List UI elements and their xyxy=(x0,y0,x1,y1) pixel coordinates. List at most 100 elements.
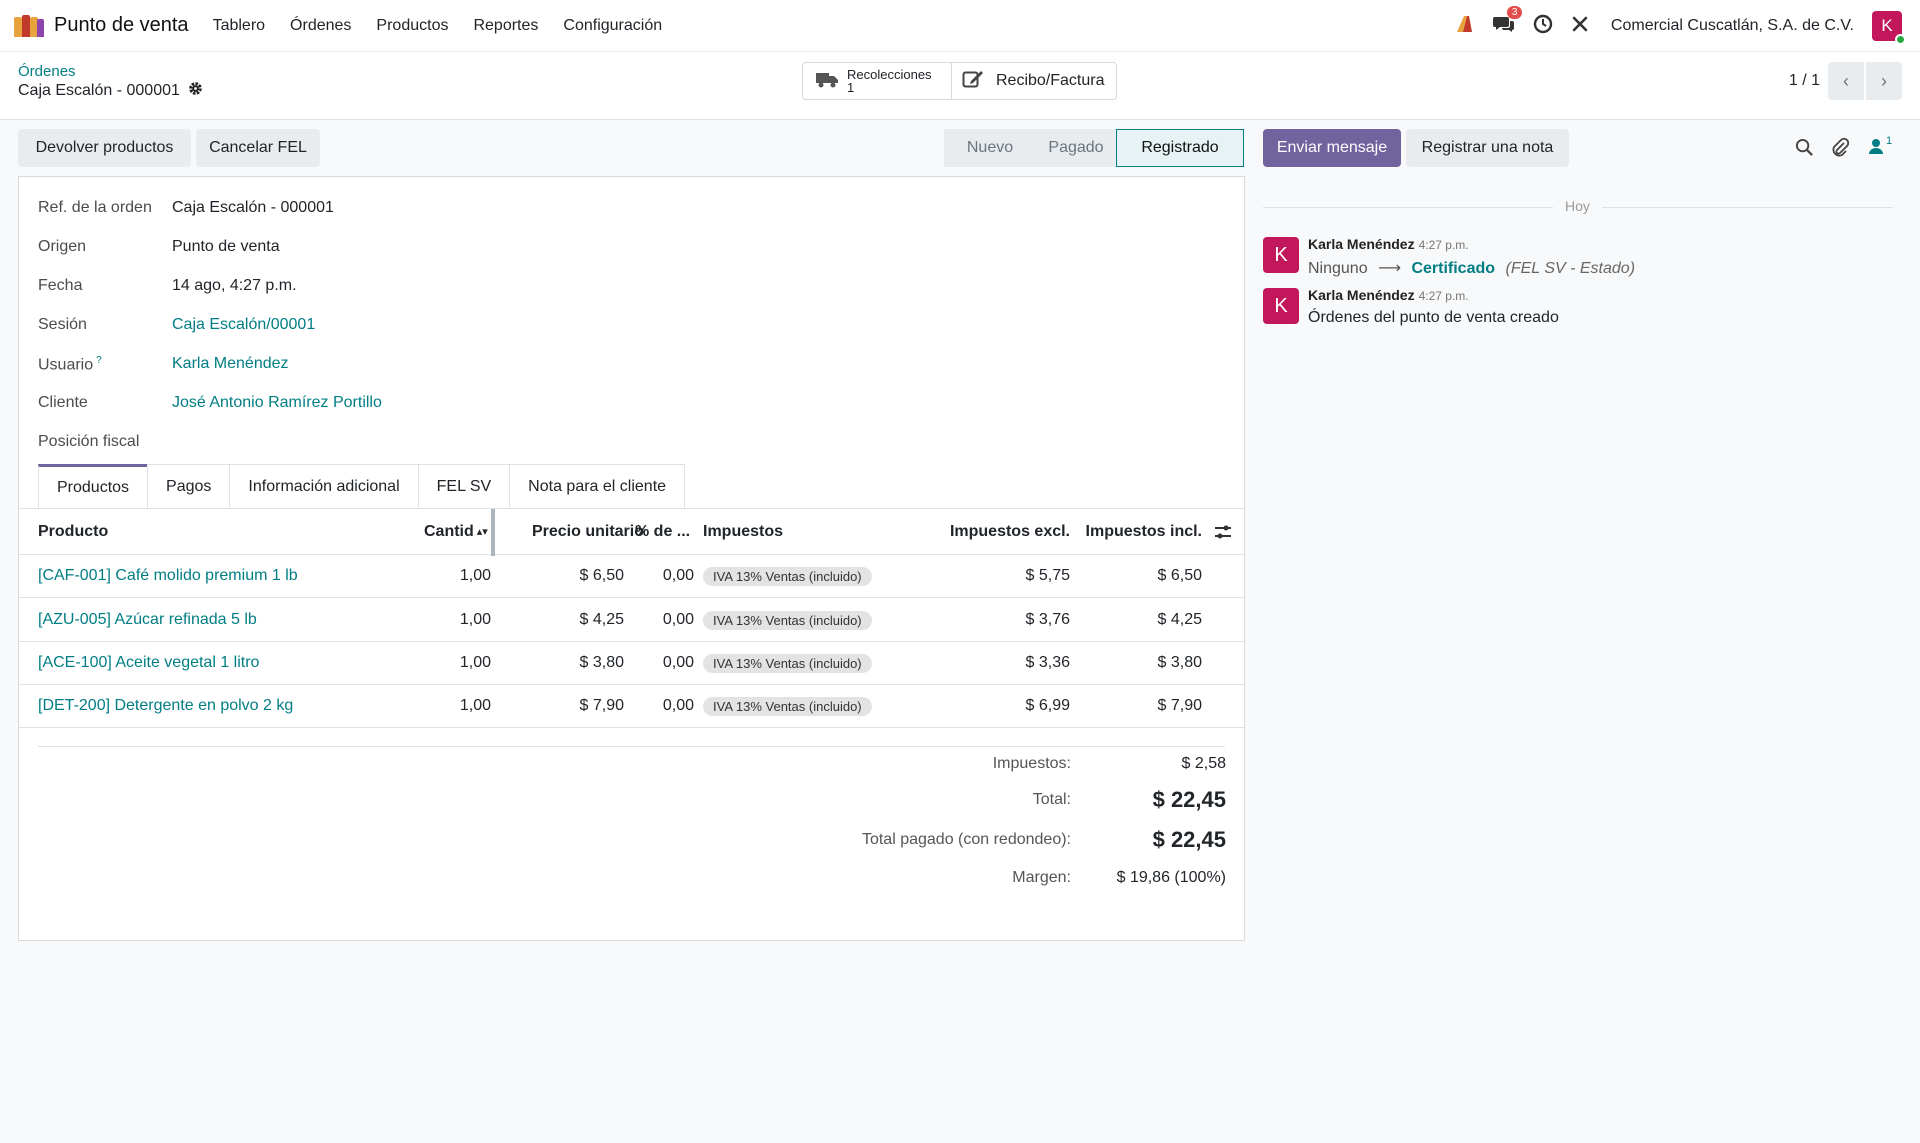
table-row[interactable]: [ACE-100] Aceite vegetal 1 litro 1,00 $ 3,… xyxy=(19,642,1244,685)
help-tooltip-icon[interactable]: ? xyxy=(96,355,102,366)
ai-assistant-icon[interactable] xyxy=(1455,15,1475,38)
followers-count: 1 xyxy=(1886,135,1893,147)
col-tax-incl[interactable]: Impuestos incl. xyxy=(1086,509,1202,554)
log-note-button[interactable]: Registrar una nota xyxy=(1406,129,1569,167)
totals-paid: Total pagado (con redondeo): $ 22,45 xyxy=(862,827,1226,853)
unit-price-cell: $ 6,50 xyxy=(579,567,624,584)
followers-button[interactable]: 1 xyxy=(1868,135,1892,160)
table-header: Producto Cantid ▴▾ Precio unitario % de .… xyxy=(19,508,1244,556)
total-value: $ 22,45 xyxy=(1152,787,1226,812)
col-quantity[interactable]: Cantid ▴▾ xyxy=(424,509,488,554)
product-link[interactable]: [AZU-005] Azúcar refinada 5 lb xyxy=(38,599,257,641)
col-product[interactable]: Producto xyxy=(38,509,108,554)
field-fiscal-position: Posición fiscal xyxy=(38,433,172,451)
refund-button[interactable]: Devolver productos xyxy=(18,129,191,167)
message-author-line: Karla Menéndez 4:27 p.m. xyxy=(1308,287,1469,303)
tab-fel-sv[interactable]: FEL SV xyxy=(417,464,511,508)
field-user: Usuario? Karla Menéndez xyxy=(38,355,289,374)
record-title: Caja Escalón - 000001 xyxy=(18,81,203,100)
tab-nota-cliente[interactable]: Nota para el cliente xyxy=(509,464,686,508)
gear-icon[interactable] xyxy=(188,81,203,100)
user-link[interactable]: Karla Menéndez xyxy=(172,355,289,374)
menu-ordenes[interactable]: Órdenes xyxy=(290,17,351,35)
field-label: Sesión xyxy=(38,316,87,333)
tracking-old-value: Ninguno xyxy=(1308,260,1368,277)
product-link[interactable]: [CAF-001] Café molido premium 1 lb xyxy=(38,555,298,597)
tools-icon[interactable] xyxy=(1571,15,1589,38)
field-customer: Cliente José Antonio Ramírez Portillo xyxy=(38,394,382,412)
quantity-cell: 1,00 xyxy=(459,697,491,714)
status-registrado[interactable]: Registrado xyxy=(1116,129,1244,167)
pager-value[interactable]: 1 / 1 xyxy=(1789,72,1820,90)
send-message-button[interactable]: Enviar mensaje xyxy=(1263,129,1401,167)
message-author[interactable]: Karla Menéndez xyxy=(1308,236,1415,252)
menu-productos[interactable]: Productos xyxy=(376,17,448,35)
customer-link[interactable]: José Antonio Ramírez Portillo xyxy=(172,394,382,412)
pager-next-button[interactable]: › xyxy=(1866,62,1902,100)
navbar-systray: 3 Comercial Cuscatlán, S.A. de C.V. K xyxy=(1437,0,1906,52)
status-pagado[interactable]: Pagado xyxy=(1036,129,1116,167)
messages-icon[interactable]: 3 xyxy=(1492,5,1523,39)
col-tax-excl[interactable]: Impuestos excl. xyxy=(950,509,1070,554)
column-resize-handle[interactable] xyxy=(491,509,495,556)
sort-icon: ▴▾ xyxy=(476,526,488,538)
totals-divider xyxy=(38,746,1225,747)
col-taxes[interactable]: Impuestos xyxy=(703,509,783,554)
field-label: Cliente xyxy=(38,394,88,411)
status-nuevo[interactable]: Nuevo xyxy=(944,129,1036,167)
message-avatar[interactable]: K xyxy=(1263,237,1299,273)
breadcrumb[interactable]: Órdenes xyxy=(18,63,76,80)
truck-icon xyxy=(815,70,839,93)
field-label: Posición fiscal xyxy=(38,433,140,450)
tax-excl-cell: $ 3,76 xyxy=(1025,611,1070,628)
menu-reportes[interactable]: Reportes xyxy=(473,17,538,35)
product-link[interactable]: [ACE-100] Aceite vegetal 1 litro xyxy=(38,642,259,684)
pos-app-icon[interactable] xyxy=(14,14,44,37)
totals-total: Total: $ 22,45 xyxy=(1033,787,1226,813)
product-link[interactable]: [DET-200] Detergente en polvo 2 kg xyxy=(38,685,293,727)
tab-productos[interactable]: Productos xyxy=(38,464,149,508)
unit-price-cell: $ 3,80 xyxy=(579,654,624,671)
company-switcher[interactable]: Comercial Cuscatlán, S.A. de C.V. xyxy=(1611,17,1854,35)
user-label-text: Usuario xyxy=(38,356,94,374)
cancel-fel-button[interactable]: Cancelar FEL xyxy=(196,129,320,167)
field-session: Sesión Caja Escalón/00001 xyxy=(38,316,315,334)
pickings-smart-button[interactable]: Recolecciones 1 xyxy=(802,62,952,100)
tab-pagos[interactable]: Pagos xyxy=(147,464,231,508)
table-row[interactable]: [CAF-001] Café molido premium 1 lb 1,00 $ … xyxy=(19,555,1244,598)
menu-tablero[interactable]: Tablero xyxy=(213,17,265,35)
unit-price-cell: $ 4,25 xyxy=(579,611,624,628)
col-discount[interactable]: % de ... xyxy=(635,509,690,554)
pickings-label: Recolecciones xyxy=(847,67,932,82)
field-label: Usuario? xyxy=(38,355,172,374)
edit-document-icon xyxy=(962,69,984,94)
message-author[interactable]: Karla Menéndez xyxy=(1308,287,1415,303)
col-unit-price[interactable]: Precio unitario xyxy=(532,509,644,554)
message-avatar[interactable]: K xyxy=(1263,288,1299,324)
menu-configuracion[interactable]: Configuración xyxy=(563,17,662,35)
col-quantity-label: Cantid xyxy=(424,522,474,540)
field-origin: Origen Punto de venta xyxy=(38,238,280,256)
search-icon[interactable] xyxy=(1795,138,1814,162)
field-value: 14 ago, 4:27 p.m. xyxy=(172,277,297,294)
table-row[interactable]: [AZU-005] Azúcar refinada 5 lb 1,00 $ 4,25… xyxy=(19,599,1244,642)
tab-informacion-adicional[interactable]: Información adicional xyxy=(229,464,419,508)
session-link[interactable]: Caja Escalón/00001 xyxy=(172,316,315,334)
tax-incl-cell: $ 7,90 xyxy=(1157,697,1202,714)
discount-cell: 0,00 xyxy=(662,654,694,671)
app-title[interactable]: Punto de venta xyxy=(54,14,189,37)
field-label: Ref. de la orden xyxy=(38,199,152,216)
receipt-invoice-button[interactable]: Recibo/Factura xyxy=(951,62,1117,100)
margin-value: $ 19,86 (100%) xyxy=(1116,869,1226,886)
user-avatar[interactable]: K xyxy=(1872,11,1906,45)
optional-columns-icon[interactable] xyxy=(1214,509,1232,554)
field-value: Caja Escalón - 000001 xyxy=(172,199,334,216)
activity-clock-icon[interactable] xyxy=(1533,14,1553,39)
tax-tag: IVA 13% Ventas (incluido) xyxy=(703,566,872,586)
table-row[interactable]: [DET-200] Detergente en polvo 2 kg 1,00 $ … xyxy=(19,685,1244,728)
field-value: Punto de venta xyxy=(172,238,280,255)
record-name: Caja Escalón - 000001 xyxy=(18,81,180,99)
paperclip-icon[interactable] xyxy=(1831,137,1850,162)
pager-previous-button[interactable]: ‹ xyxy=(1828,62,1864,100)
tax-tag: IVA 13% Ventas (incluido) xyxy=(703,653,872,673)
